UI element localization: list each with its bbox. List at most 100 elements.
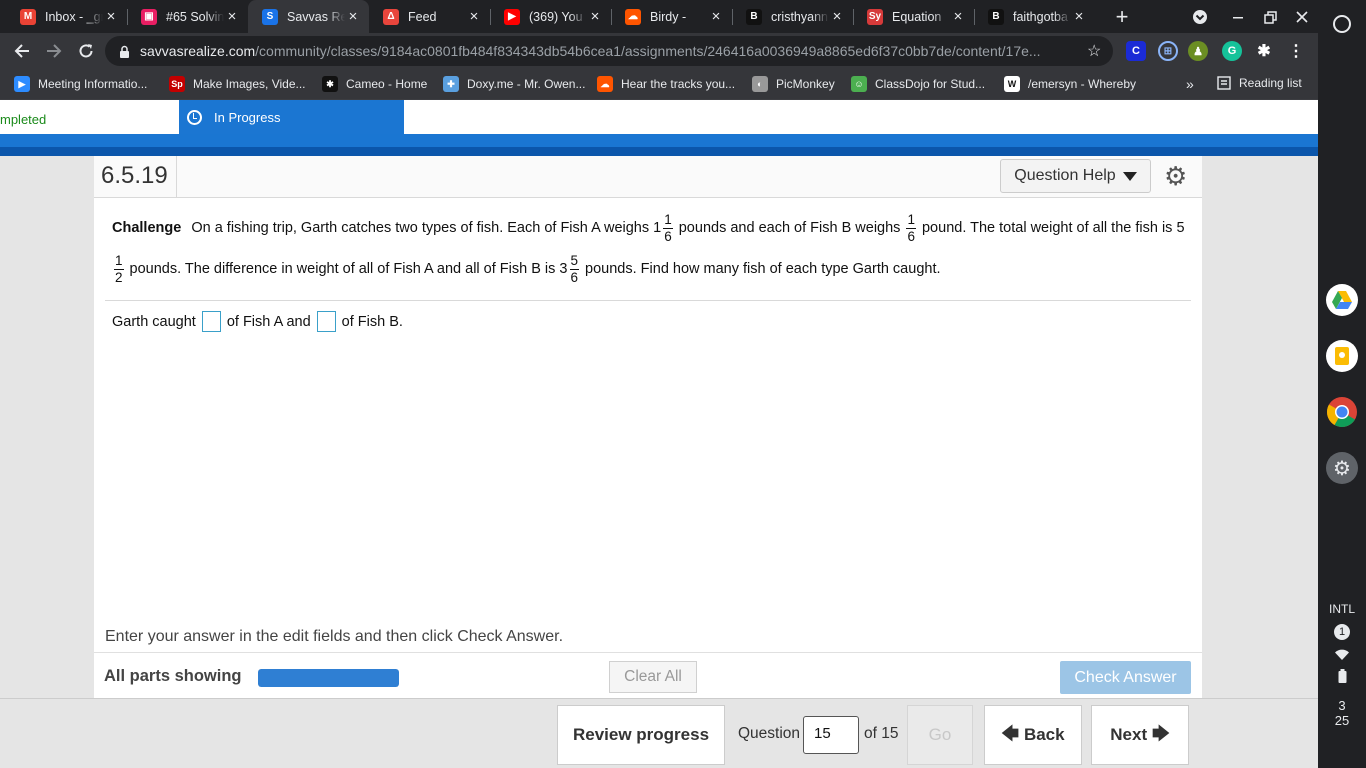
bookmark-item[interactable]: ☁ Hear the tracks you... xyxy=(597,76,735,92)
new-tab-button[interactable]: + xyxy=(1110,4,1134,29)
next-button[interactable]: Next 🡆 xyxy=(1091,705,1189,765)
tab-search-icon[interactable] xyxy=(1188,5,1212,29)
extensions-puzzle-icon[interactable]: ✱ xyxy=(1254,41,1274,61)
browser-tab[interactable]: ☁ Birdy - × xyxy=(611,0,732,33)
bookmark-star-icon[interactable]: ☆ xyxy=(1087,41,1101,61)
bookmark-item[interactable]: ◐ PicMonkey xyxy=(752,76,835,92)
browser-tab[interactable]: ▣ #65 Solvin × xyxy=(127,0,248,33)
browser-tab[interactable]: Sy Equation × xyxy=(853,0,974,33)
bookmark-item[interactable]: ✚ Doxy.me - Mr. Owen... xyxy=(443,76,585,92)
fish-a-answer-field[interactable] xyxy=(201,311,221,332)
close-tab-icon[interactable]: × xyxy=(708,8,724,25)
back-label: Back xyxy=(1023,725,1065,744)
close-tab-icon[interactable]: × xyxy=(1071,8,1087,25)
settings-gear-icon[interactable]: ⚙ xyxy=(1326,452,1358,484)
forward-arrow-icon[interactable] xyxy=(40,37,68,65)
header-band xyxy=(0,134,1318,156)
more-bookmarks-button[interactable]: » xyxy=(1186,76,1194,92)
answer-text-mid: of Fish A and xyxy=(226,313,311,330)
notification-badge: 1 xyxy=(1334,624,1350,640)
browser-menu-icon[interactable]: ⋮ xyxy=(1286,41,1306,61)
bookmark-item[interactable]: Sp Make Images, Vide... xyxy=(169,76,306,92)
assignment-status-row: mpleted In Progress xyxy=(0,100,1318,134)
all-parts-showing-label: All parts showing xyxy=(104,667,242,685)
close-tab-icon[interactable]: × xyxy=(224,8,240,25)
google-keep-icon[interactable] xyxy=(1326,340,1358,372)
challenge-label: Challenge xyxy=(112,220,182,236)
extension-badge-icon[interactable]: ♟ xyxy=(1188,41,1208,61)
browser-tab[interactable]: S Savvas Re × xyxy=(248,0,369,33)
fish-b-answer-field[interactable] xyxy=(316,311,336,332)
question-navigation: Review progress Question 15 of 15 Go 🡄 B… xyxy=(0,698,1318,768)
system-tray[interactable]: INTL 1 3 25 xyxy=(1322,602,1362,728)
restore-icon[interactable] xyxy=(1258,5,1282,29)
reading-list-icon xyxy=(1217,76,1231,90)
tab-title: (369) You xyxy=(529,9,583,24)
answer-text-post: of Fish B. xyxy=(341,313,403,330)
close-window-icon[interactable] xyxy=(1290,5,1314,29)
google-drive-icon[interactable] xyxy=(1326,284,1358,316)
question-text-part: On a fishing trip, Garth catches two typ… xyxy=(191,220,662,236)
question-help-button[interactable]: Question Help xyxy=(1000,159,1151,193)
numerator: 1 xyxy=(663,211,673,229)
bookmark-favicon-icon: ▶ xyxy=(14,76,30,92)
bandcamp-icon: B xyxy=(988,8,1004,25)
question-text-part: pounds. Find how many fish of each type … xyxy=(581,261,941,277)
review-progress-button[interactable]: Review progress xyxy=(557,705,725,765)
go-button[interactable]: Go xyxy=(907,705,973,765)
close-tab-icon[interactable]: × xyxy=(829,8,845,25)
tab-separator xyxy=(974,9,975,25)
bookmark-item[interactable]: W/emersyn - Whereby xyxy=(1004,76,1136,92)
bandcamp-icon: B xyxy=(746,8,762,25)
reading-list-button[interactable]: Reading list xyxy=(1217,76,1302,90)
completed-tab[interactable]: mpleted xyxy=(0,112,46,127)
reading-list-label: Reading list xyxy=(1239,76,1302,90)
lock-icon xyxy=(119,45,130,58)
tab-separator xyxy=(611,9,612,25)
extension-c-icon[interactable]: C xyxy=(1126,41,1146,61)
chrome-icon[interactable] xyxy=(1326,396,1358,428)
question-number: 6.5.19 xyxy=(101,162,168,189)
reload-icon[interactable] xyxy=(72,37,100,65)
close-tab-icon[interactable]: × xyxy=(345,8,361,25)
question-panel: 6.5.19 Question Help ⚙ Challenge On a fi… xyxy=(94,156,1202,696)
in-progress-tab[interactable]: In Progress xyxy=(179,100,404,134)
extension-grid-icon[interactable]: ⊞ xyxy=(1158,41,1178,61)
tab-separator xyxy=(127,9,128,25)
bookmark-item[interactable]: ✱ Cameo - Home xyxy=(322,76,427,92)
fraction-one-sixth: 16 xyxy=(663,212,673,245)
check-answer-button[interactable]: Check Answer xyxy=(1060,661,1191,694)
url-host: savvasrealize.com xyxy=(140,43,256,59)
back-button[interactable]: 🡄 Back xyxy=(984,705,1082,765)
gear-icon[interactable]: ⚙ xyxy=(1164,162,1187,190)
bookmark-item[interactable]: ▶ Meeting Informatio... xyxy=(14,76,147,92)
minimize-icon[interactable] xyxy=(1226,5,1250,29)
browser-tab[interactable]: M Inbox - _gr × xyxy=(6,0,127,33)
progress-fill xyxy=(258,669,399,687)
address-bar[interactable]: savvasrealize.com/community/classes/9184… xyxy=(105,36,1113,66)
question-text: Challenge On a fishing trip, Garth catch… xyxy=(112,208,1187,290)
bookmark-label: Meeting Informatio... xyxy=(38,77,148,91)
close-tab-icon[interactable]: × xyxy=(950,8,966,25)
denominator: 6 xyxy=(664,228,672,244)
fraction-one-half: 12 xyxy=(114,253,124,286)
arrow-left-icon: 🡄 xyxy=(1001,723,1019,743)
browser-tab[interactable]: ▶ (369) You × xyxy=(490,0,611,33)
launcher-icon[interactable] xyxy=(1326,8,1358,40)
in-progress-label: In Progress xyxy=(214,109,281,125)
grammarly-icon[interactable]: G xyxy=(1222,41,1242,61)
question-number-input[interactable]: 15 xyxy=(803,716,859,754)
bookmark-item[interactable]: ☺ ClassDojo for Stud... xyxy=(851,76,985,92)
tab-separator xyxy=(490,9,491,25)
numerator: 1 xyxy=(114,252,124,270)
close-tab-icon[interactable]: × xyxy=(103,8,119,25)
browser-tab[interactable]: Bcristhyann × xyxy=(732,0,853,33)
tab-title: Birdy - xyxy=(650,9,687,24)
clear-all-button[interactable]: Clear All xyxy=(609,661,697,693)
back-arrow-icon[interactable] xyxy=(8,37,36,65)
close-tab-icon[interactable]: × xyxy=(466,8,482,25)
savvas-page: mpleted In Progress 6.5.19 Question Help… xyxy=(0,100,1318,768)
browser-tab[interactable]: Δ Feed × xyxy=(369,0,490,33)
browser-tab[interactable]: Bfaithgotba × xyxy=(974,0,1095,33)
close-tab-icon[interactable]: × xyxy=(587,8,603,25)
